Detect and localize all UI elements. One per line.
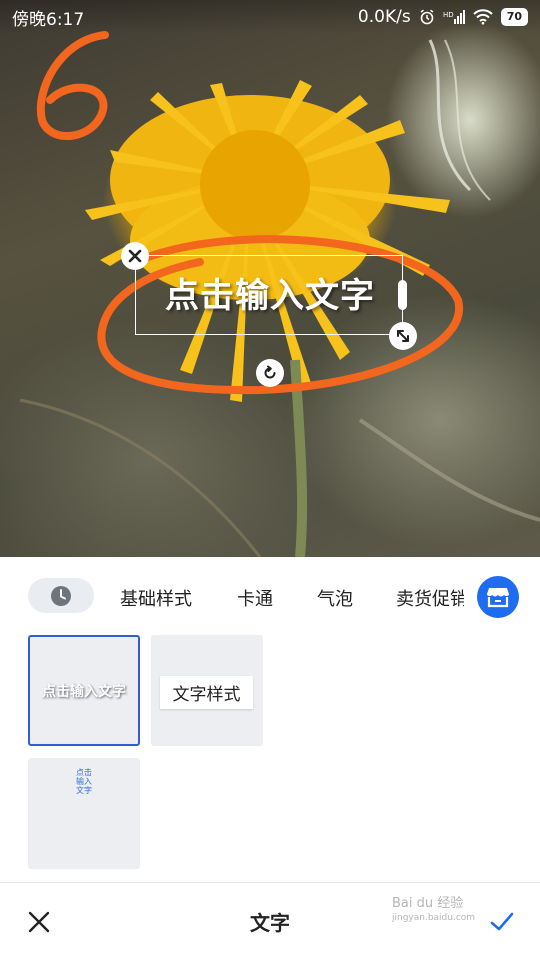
network-speed: 0.0K/s [357,7,411,27]
photo-canvas[interactable]: 点击输入文字 [0,0,540,557]
rotate-icon [264,365,276,379]
sticker-rotate-button[interactable] [256,359,284,387]
clock-icon [51,585,71,606]
status-bar: 傍晚6:17 0.0K/s HD 70 [0,0,540,34]
signal-icon: HD [443,10,465,24]
sticker-scale-button[interactable] [389,322,417,350]
sticker-text[interactable]: 点击输入文字 [136,268,404,317]
store-button[interactable] [477,576,519,618]
style-tile-vertical[interactable]: 点击输入文字 [28,758,140,869]
sticker-delete-button[interactable] [121,242,149,270]
check-icon [490,912,514,931]
store-icon [487,588,509,608]
tab-basic-style[interactable]: 基础样式 [120,585,192,611]
tab-sale-promo[interactable]: 卖货促销 [396,585,464,611]
status-time: 傍晚6:17 [12,9,85,30]
tile-preview-text: 文字样式 [160,676,253,709]
confirm-button[interactable] [484,905,520,939]
resize-edge-handle[interactable] [398,280,407,310]
battery-icon: 70 [500,8,528,26]
tab-bubble[interactable]: 气泡 [317,585,353,611]
tile-preview-text: 点击输入文字 [76,768,92,795]
wifi-icon [472,9,493,25]
text-style-panel: 基础样式 卡通 气泡 卖货促销 点击输入文字 文字样式 点击输入文字 文字 Ba… [0,557,540,960]
text-sticker-frame[interactable]: 点击输入文字 [135,255,403,335]
tile-preview-text: 点击输入文字 [42,684,126,700]
tab-cartoon[interactable]: 卡通 [237,585,273,611]
style-tabs: 基础样式 卡通 气泡 卖货促销 [0,557,540,637]
close-icon [128,249,142,263]
alarm-icon [420,9,434,25]
tab-history[interactable] [28,578,94,613]
style-tile-label[interactable]: 文字样式 [151,635,263,746]
style-tile-default[interactable]: 点击输入文字 [28,635,140,746]
network-type: HD [443,11,454,19]
resize-arrows-icon [397,330,409,342]
bottom-bar: 文字 Bai du 经验 jingyan.baidu.com [0,882,540,960]
